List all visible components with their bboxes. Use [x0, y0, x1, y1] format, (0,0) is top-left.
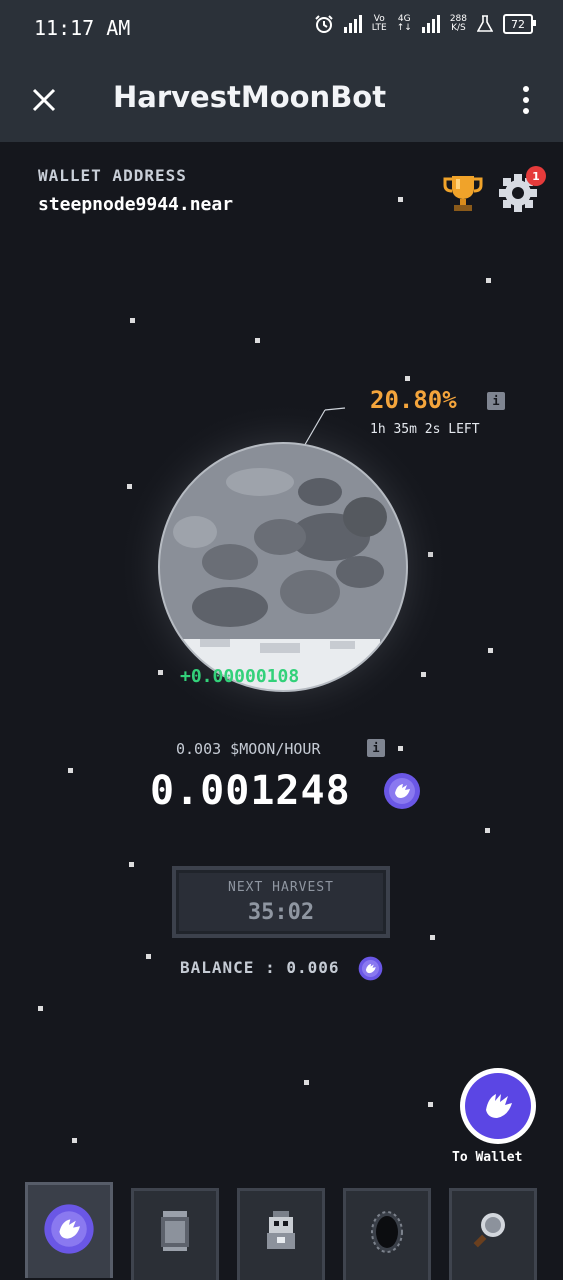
close-icon — [32, 88, 56, 112]
next-harvest-button[interactable]: NEXT HARVEST 35:02 — [172, 866, 390, 938]
mining-rate: 0.003 $MOON/HOUR — [176, 740, 321, 758]
more-options-button[interactable] — [511, 80, 541, 120]
star — [485, 828, 490, 833]
more-vertical-icon — [523, 86, 529, 92]
network-speed: 288 K/S — [450, 15, 467, 33]
app-title: HarvestMoonBot — [113, 80, 387, 114]
info-icon[interactable]: i — [487, 392, 505, 410]
star — [129, 862, 134, 867]
network-speed-unit: K/S — [451, 23, 466, 33]
star — [72, 1138, 77, 1143]
flask-icon — [477, 15, 493, 32]
storage-jar-icon — [161, 1211, 189, 1251]
volte-lte-text: LTE — [371, 23, 387, 33]
moon-progress-graphic — [118, 402, 448, 732]
harvest-time-left: 1h 35m 2s LEFT — [370, 422, 480, 437]
alarm-icon — [315, 15, 333, 33]
star — [38, 1006, 43, 1011]
magnifier-icon — [473, 1213, 505, 1248]
app-bar: HarvestMoonBot — [0, 58, 563, 142]
balance-text: BALANCE : 0.006 — [180, 958, 340, 977]
tab-portal[interactable] — [343, 1188, 431, 1280]
star — [428, 1102, 433, 1107]
claw-hand-icon — [486, 1094, 512, 1118]
star — [68, 768, 73, 773]
robot-icon — [267, 1211, 295, 1249]
to-wallet-label: To Wallet — [452, 1150, 523, 1165]
tab-robot[interactable] — [237, 1188, 325, 1280]
tab-moon[interactable] — [25, 1182, 113, 1278]
next-harvest-label: NEXT HARVEST — [228, 880, 334, 895]
tab-storage[interactable] — [131, 1188, 219, 1280]
star — [430, 935, 435, 940]
signal-icon — [343, 15, 362, 33]
harvest-progress-percent: 20.80% — [370, 386, 457, 414]
star — [146, 954, 151, 959]
battery-icon: 72 — [503, 14, 536, 34]
status-bar: 11:17 AM Vo LTE 4G ↑↓ 288 K/S 72 — [0, 0, 563, 58]
volte-indicator: Vo LTE — [372, 15, 387, 33]
mining-gain-tick: +0.00000108 — [180, 666, 300, 687]
status-icons: Vo LTE 4G ↑↓ 288 K/S 72 — [314, 14, 536, 34]
to-wallet-button[interactable] — [460, 1068, 536, 1144]
star — [398, 746, 403, 751]
star — [304, 1080, 309, 1085]
moon-token-icon — [358, 956, 383, 981]
to-wallet-button-face — [465, 1073, 531, 1139]
status-time: 11:17 AM — [34, 16, 131, 40]
info-icon[interactable]: i — [367, 739, 385, 757]
battery-level: 72 — [511, 17, 525, 31]
bottom-tab-bar — [0, 1182, 563, 1280]
signal-icon — [421, 15, 440, 33]
mined-amount: 0.001248 — [150, 768, 351, 814]
moon-token-icon — [44, 1204, 94, 1254]
network-type: 4G ↑↓ — [396, 14, 412, 33]
moon-token-icon — [384, 773, 420, 809]
main-screen: WALLET ADDRESS steepnode9944.near 1 20.8… — [0, 142, 563, 1280]
black-hole-icon — [371, 1211, 403, 1253]
next-harvest-countdown: 35:02 — [247, 900, 315, 925]
close-button[interactable] — [24, 80, 64, 120]
tab-search[interactable] — [449, 1188, 537, 1280]
